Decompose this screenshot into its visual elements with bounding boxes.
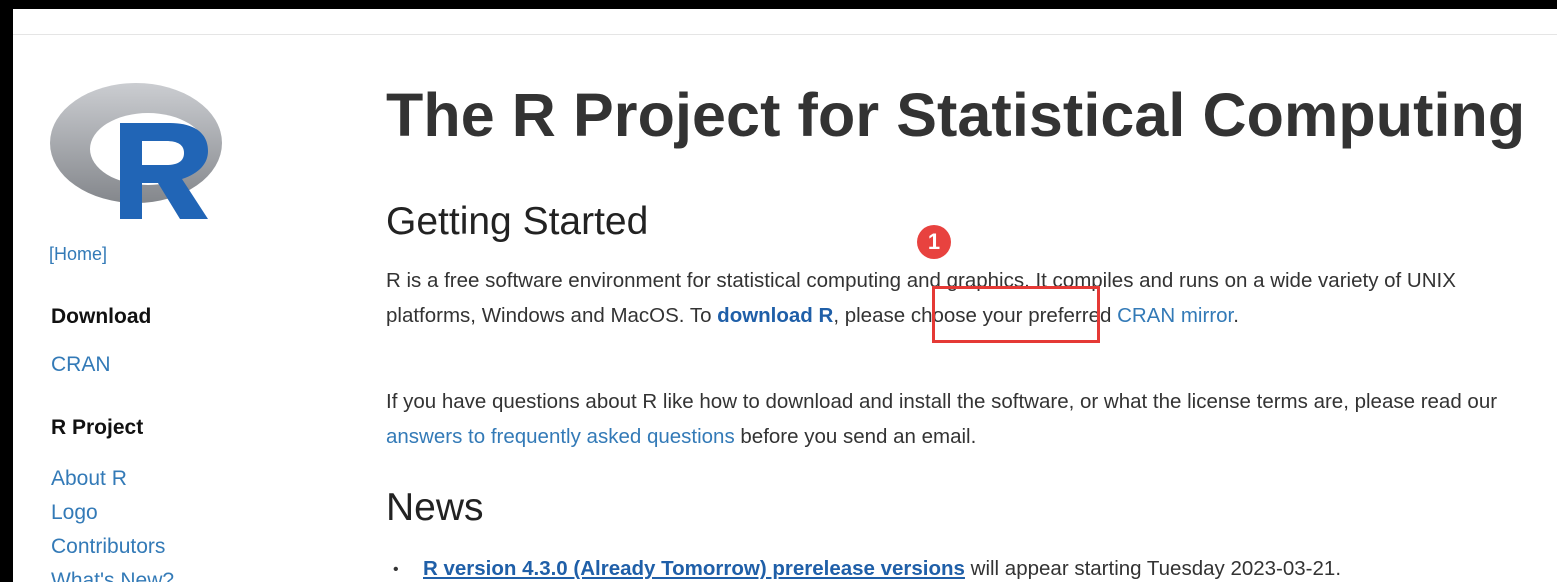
sidebar-link-about-r[interactable]: About R bbox=[51, 466, 127, 492]
page-title: The R Project for Statistical Computing bbox=[386, 81, 1526, 149]
faq-text-2: before you send an email. bbox=[734, 425, 977, 448]
faq-paragraph: If you have questions about R like how t… bbox=[386, 384, 1506, 454]
step-badge: 1 bbox=[917, 225, 951, 259]
news-item-text: will appear starting Tuesday 2023-03-21. bbox=[964, 557, 1342, 580]
highlight-box bbox=[932, 286, 1100, 343]
top-divider bbox=[13, 34, 1557, 35]
sidebar-link-cran[interactable]: CRAN bbox=[51, 352, 111, 378]
faq-link[interactable]: answers to frequently asked questions bbox=[386, 425, 735, 448]
sidebar-link-whats-new[interactable]: What's New? bbox=[51, 568, 174, 582]
r-logo-icon bbox=[50, 83, 222, 219]
sidebar-link-contributors[interactable]: Contributors bbox=[51, 534, 165, 560]
intro-text-3: . bbox=[1233, 304, 1239, 327]
download-r-link[interactable]: download R bbox=[717, 304, 833, 327]
sidebar-link-logo[interactable]: Logo bbox=[51, 500, 98, 526]
browser-page: [Home] Download CRAN R Project About R L… bbox=[13, 9, 1557, 582]
news-list-item: • R version 4.3.0 (Already Tomorrow) prer… bbox=[393, 555, 1341, 582]
getting-started-heading: Getting Started bbox=[386, 200, 649, 243]
cran-mirror-link[interactable]: CRAN mirror bbox=[1117, 304, 1233, 327]
news-release-link[interactable]: R version 4.3.0 (Already Tomorrow) prere… bbox=[423, 557, 965, 580]
bullet-icon: • bbox=[393, 560, 399, 578]
r-logo[interactable] bbox=[50, 83, 226, 223]
r-project-heading: R Project bbox=[51, 416, 144, 439]
download-heading: Download bbox=[51, 305, 152, 328]
faq-text-1: If you have questions about R like how t… bbox=[386, 390, 1498, 413]
news-heading: News bbox=[386, 486, 484, 529]
home-link[interactable]: [Home] bbox=[49, 243, 107, 265]
